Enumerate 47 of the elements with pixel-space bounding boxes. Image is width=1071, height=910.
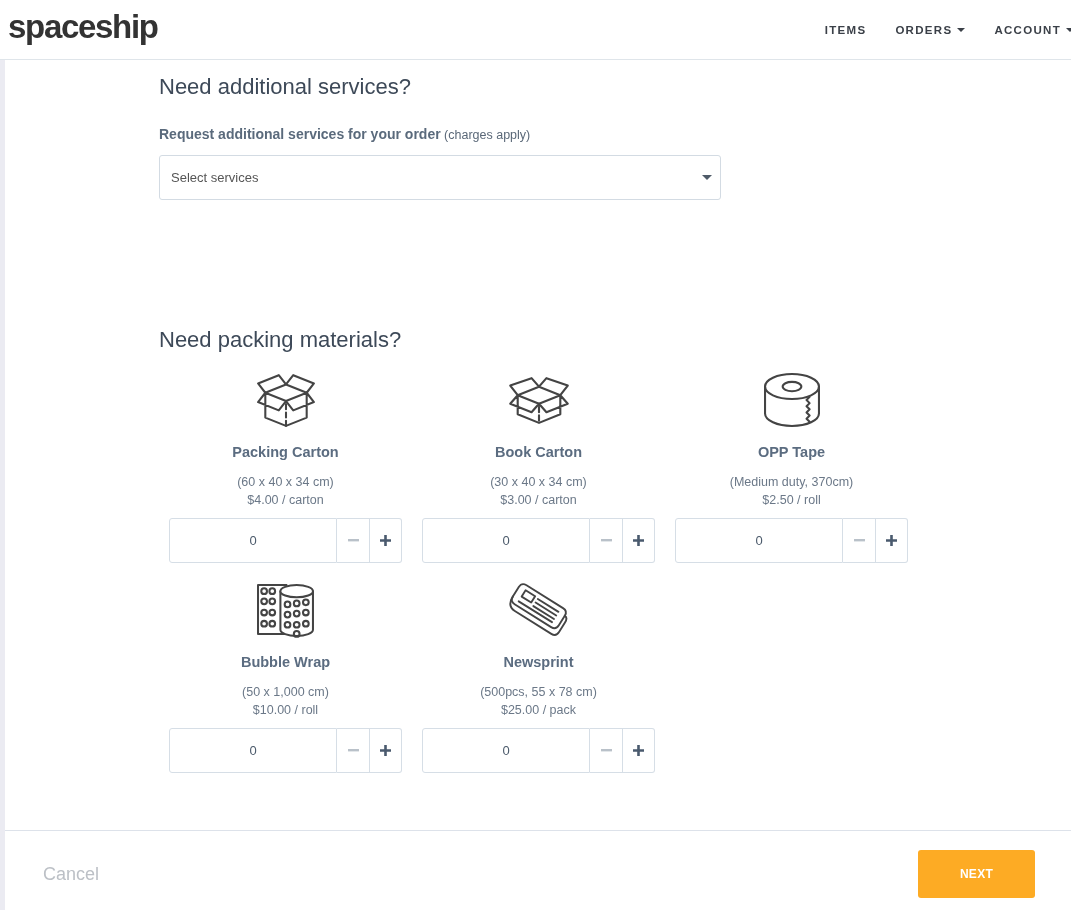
quantity-field[interactable]: 0 — [169, 518, 337, 563]
nav-link[interactable]: ITEMS — [824, 21, 867, 38]
plus-icon — [633, 745, 644, 756]
minus-icon — [347, 539, 359, 542]
product-price: $10.00 / roll — [252, 702, 319, 719]
plus-icon — [380, 535, 391, 546]
product-size: (50 x 1,000 cm) — [242, 684, 329, 701]
product-price: $2.50 / roll — [762, 492, 821, 509]
quantity-field[interactable]: 0 — [675, 518, 843, 563]
plus-icon — [886, 535, 897, 546]
section-heading: Need packing materials? — [159, 327, 402, 353]
increase-button[interactable] — [370, 728, 402, 773]
box-icon — [507, 375, 570, 425]
services-select[interactable]: Select services — [159, 155, 721, 200]
product-name: Bubble Wrap — [240, 653, 331, 671]
bubble-wrap-icon — [256, 581, 315, 639]
increase-button[interactable] — [370, 518, 402, 563]
quantity-field[interactable]: 0 — [169, 728, 337, 773]
field-label: Request additional services for your order (charges apply) — [159, 125, 531, 144]
product-name: Newsprint — [503, 653, 574, 671]
product-size: (30 x 40 x 34 cm) — [490, 474, 587, 491]
product-size: (Medium duty, 370cm) — [729, 474, 854, 491]
increase-button[interactable] — [623, 728, 655, 773]
section-heading: Need additional services? — [159, 74, 411, 100]
plus-icon — [380, 745, 391, 756]
product-price: $4.00 / carton — [247, 492, 324, 509]
product-name: Book Carton — [495, 443, 582, 461]
increase-button[interactable] — [876, 518, 908, 563]
minus-icon — [853, 539, 865, 542]
quantity-field[interactable]: 0 — [422, 728, 590, 773]
minus-icon — [600, 749, 612, 752]
quantity-field[interactable]: 0 — [422, 518, 590, 563]
product-size: (60 x 40 x 34 cm) — [237, 474, 334, 491]
nav-link[interactable]: ACCOUNT — [994, 21, 1071, 38]
caret-icon[interactable] — [702, 175, 712, 180]
product-size: (500pcs, 55 x 78 cm) — [480, 684, 597, 701]
minus-icon — [600, 539, 612, 542]
product-price: $3.00 / carton — [500, 492, 577, 509]
product-name: Packing Carton — [232, 443, 339, 461]
product-name: OPP Tape — [757, 443, 826, 461]
minus-icon — [347, 749, 359, 752]
logo[interactable]: spaceship — [8, 8, 158, 45]
box-icon — [255, 371, 316, 429]
plus-icon — [633, 535, 644, 546]
nav-link[interactable]: ORDERS — [895, 21, 966, 38]
product-price: $25.00 / pack — [500, 702, 577, 719]
increase-button[interactable] — [623, 518, 655, 563]
